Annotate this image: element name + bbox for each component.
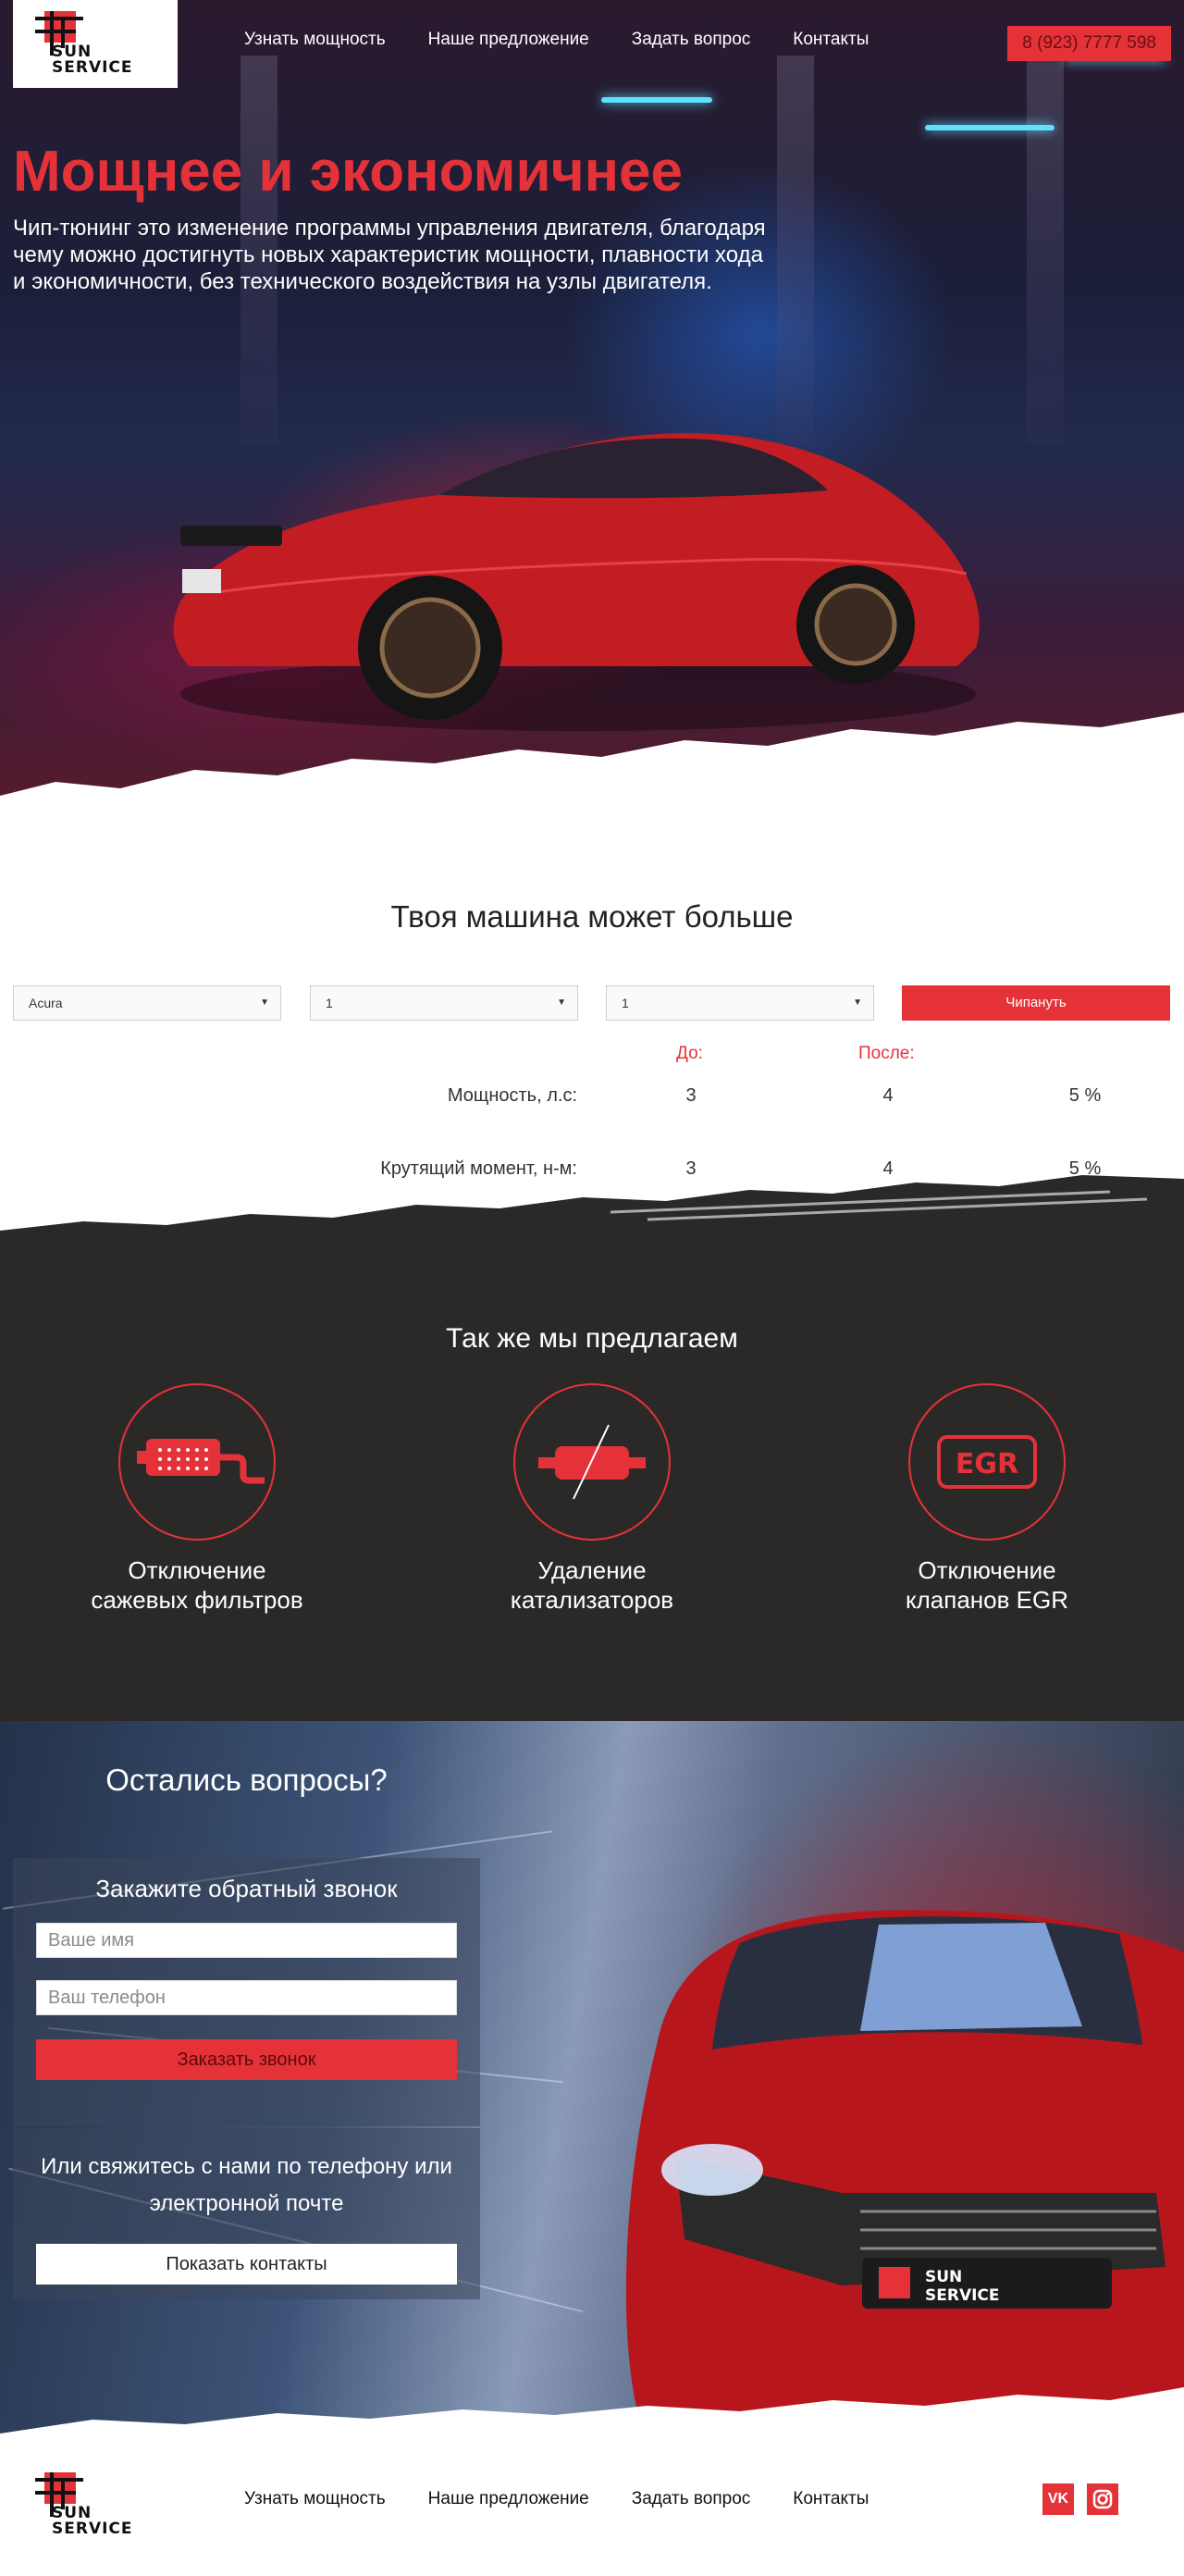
catalyst-icon	[538, 1424, 646, 1500]
nav-link-contacts[interactable]: Контакты	[793, 30, 869, 50]
brand-select-value: Acura	[29, 996, 63, 1010]
contact-title: Остались вопросы?	[105, 1763, 388, 1797]
top-navbar: SUN SERVICE Узнать мощность Наше предлож…	[0, 0, 1184, 88]
hero-section: SUN SERVICE Узнать мощность Наше предлож…	[0, 0, 1184, 833]
callback-form-title: Закажите обратный звонок	[95, 1875, 398, 1902]
engine-select[interactable]: 1 ▼	[606, 985, 874, 1021]
footer-nav: Узнать мощность Наше предложение Задать …	[244, 2489, 869, 2509]
service-title-line2: сажевых фильтров	[91, 1586, 303, 1614]
chevron-down-icon: ▼	[557, 997, 566, 1008]
torn-edge-divider	[0, 1175, 1184, 1305]
license-plate	[182, 569, 221, 593]
service-title-line2: катализаторов	[510, 1586, 674, 1614]
order-call-button[interactable]: Заказать звонок	[36, 2039, 457, 2080]
column-before-label: До:	[676, 1044, 703, 1063]
chevron-down-icon: ▼	[853, 997, 862, 1008]
footer-nav-link-question[interactable]: Задать вопрос	[632, 2489, 751, 2509]
service-title-line2: клапанов EGR	[905, 1586, 1069, 1614]
logo-line-2: SERVICE	[52, 58, 133, 77]
egr-badge-text: EGR	[956, 1448, 1018, 1480]
service-egr-valve[interactable]: EGR Отключение клапанов EGR	[848, 1383, 1126, 1615]
footer-nav-link-offer[interactable]: Наше предложение	[428, 2489, 589, 2509]
hero-title: Мощнее и экономичнее	[13, 140, 684, 204]
contact-alt-text: Или свяжитесь с нами по телефону или эле…	[41, 2154, 452, 2216]
model-select-value: 1	[326, 996, 333, 1010]
ceiling-light	[601, 97, 712, 103]
service-title-line1: Отключение	[128, 1556, 266, 1584]
car-logo-line-1: SUN	[925, 2268, 962, 2286]
contact-section: SUN SERVICE Остались вопросы? Закажите о…	[0, 1721, 1184, 2443]
brand-select[interactable]: Acura ▼	[13, 985, 281, 1021]
callback-form: Закажите обратный звонок Заказать звонок	[13, 1858, 480, 2126]
power-row-label: Мощность, л.с:	[447, 1085, 577, 1106]
contacts-panel: Или свяжитесь с нами по телефону или эле…	[13, 2128, 480, 2299]
power-percent-value: 5 %	[1068, 1085, 1102, 1106]
power-before-value: 3	[685, 1085, 697, 1106]
model-select[interactable]: 1 ▼	[310, 985, 578, 1021]
footer: SUN SERVICE Узнать мощность Наше предлож…	[0, 2443, 1184, 2576]
phone-button[interactable]: 8 (923) 7777 598	[1007, 26, 1171, 61]
engine-select-value: 1	[622, 996, 629, 1010]
vk-icon[interactable]: VK	[1042, 2483, 1074, 2515]
nav-link-question[interactable]: Задать вопрос	[632, 30, 751, 50]
phone-input[interactable]	[36, 1980, 457, 2015]
calculator-title: Твоя машина может больше	[390, 899, 794, 934]
nav-link-power[interactable]: Узнать мощность	[244, 30, 386, 50]
nav-link-offer[interactable]: Наше предложение	[428, 30, 589, 50]
logo[interactable]: SUN SERVICE	[13, 0, 178, 88]
logo-line-2: SERVICE	[52, 2520, 133, 2538]
name-input[interactable]	[36, 1923, 457, 1958]
egr-icon: EGR	[937, 1435, 1037, 1489]
footer-logo[interactable]: SUN SERVICE	[13, 2461, 178, 2549]
chip-button[interactable]: Чипануть	[902, 985, 1170, 1021]
torn-edge-divider	[0, 712, 1184, 833]
service-title-line1: Отключение	[918, 1556, 1056, 1584]
torn-edge-divider	[0, 2387, 1184, 2443]
garage-pillar	[1027, 56, 1064, 444]
service-title-line1: Удаление	[537, 1556, 647, 1584]
red-car-image: SUN SERVICE	[625, 1910, 1184, 2415]
service-particulate-filter[interactable]: Отключение сажевых фильтров	[58, 1383, 336, 1615]
show-contacts-button[interactable]: Показать контакты	[36, 2244, 457, 2285]
instagram-icon[interactable]	[1087, 2483, 1118, 2515]
service-catalyst-removal[interactable]: Удаление катализаторов	[453, 1383, 731, 1615]
services-section: Так же мы предлагаем Отключение сажевых …	[0, 1175, 1184, 1721]
column-after-label: После:	[858, 1044, 915, 1063]
hero-description: Чип-тюнинг это изменение программы управ…	[13, 216, 766, 294]
chevron-down-icon: ▼	[260, 997, 269, 1008]
services-title: Так же мы предлагаем	[446, 1323, 738, 1354]
ceiling-light	[925, 125, 1054, 130]
car-logo-line-2: SERVICE	[925, 2286, 1000, 2305]
footer-nav-link-power[interactable]: Узнать мощность	[244, 2489, 386, 2509]
garage-pillar	[777, 56, 814, 444]
main-nav: Узнать мощность Наше предложение Задать …	[244, 30, 869, 50]
particulate-filter-icon	[137, 1439, 265, 1484]
footer-nav-link-contacts[interactable]: Контакты	[793, 2489, 869, 2509]
power-after-value: 4	[882, 1085, 894, 1106]
